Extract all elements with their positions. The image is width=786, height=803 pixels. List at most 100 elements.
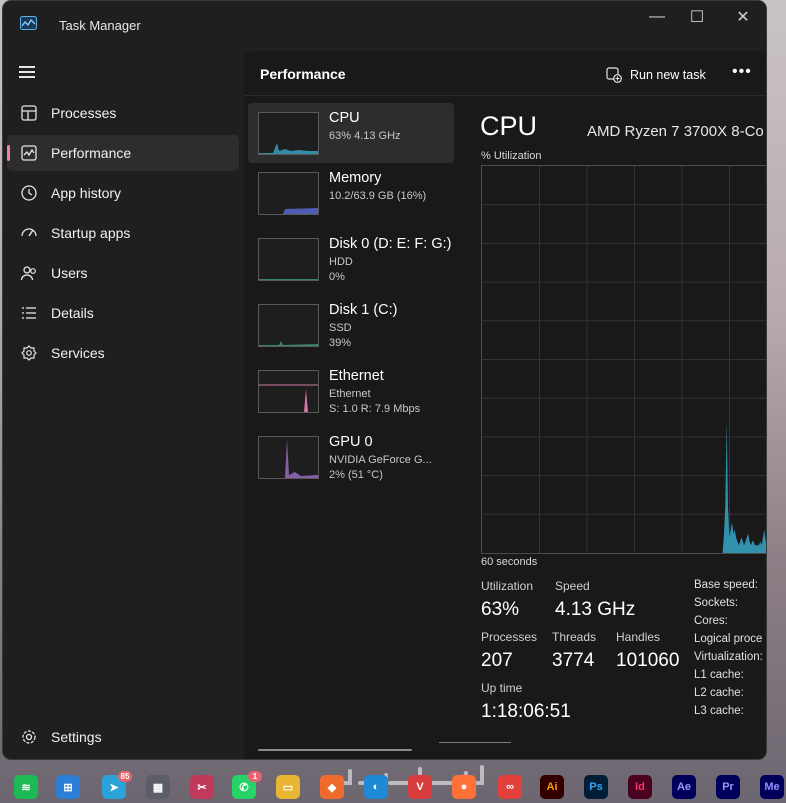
- firefox-icon[interactable]: ●: [452, 775, 476, 799]
- disk0-thumbnail-graph: [258, 238, 319, 281]
- run-new-task-label: Run new task: [630, 68, 706, 82]
- settings-label: Settings: [51, 729, 102, 745]
- processes-icon: [21, 105, 37, 121]
- sidebar-item-services[interactable]: Services: [7, 335, 239, 371]
- file-explorer-icon[interactable]: ▭: [276, 775, 300, 799]
- page-title: Performance: [260, 66, 346, 82]
- tile-detail: 2% (51 °C): [329, 469, 383, 481]
- tile-detail: Ethernet: [329, 388, 371, 400]
- spec-logical-processors: Logical proce: [694, 633, 763, 645]
- tile-name: GPU 0: [329, 434, 373, 450]
- calculator-icon[interactable]: ▦: [146, 775, 170, 799]
- sidebar-item-label: Startup apps: [51, 225, 131, 241]
- startup-icon: [21, 228, 37, 237]
- photoshop-icon[interactable]: Ps: [584, 775, 608, 799]
- tile-detail: SSD: [329, 322, 352, 334]
- scroll-indicator: [439, 742, 511, 743]
- media-encoder-icon[interactable]: Me: [760, 775, 784, 799]
- sidebar-item-settings[interactable]: Settings: [7, 719, 239, 755]
- tile-detail: 63% 4.13 GHz: [329, 130, 401, 142]
- processes-label: Processes: [481, 630, 538, 644]
- users-icon: [20, 266, 36, 281]
- sidebar-item-details[interactable]: Details: [7, 295, 239, 331]
- telegram-icon[interactable]: ➤ 85: [102, 771, 132, 799]
- tile-name: Memory: [329, 170, 382, 186]
- thumbnail-usage-area: [259, 208, 318, 214]
- performance-icon: [21, 145, 37, 161]
- memory-thumbnail-graph: [258, 172, 319, 215]
- whatsapp-icon[interactable]: ✆ 1: [232, 771, 262, 799]
- cpu-usage-area: [482, 421, 766, 553]
- spec-l1-cache: L1 cache:: [694, 669, 744, 681]
- task-manager-window: Task Manager — ☐ ✕ Processes Performance…: [3, 1, 766, 759]
- sidebar-item-performance[interactable]: Performance: [7, 135, 239, 171]
- taskbar: ≋ ⊞ ➤ 85 ▦ ✂ ✆ 1 ▭ ◆ ◐ V ● ∞ Ai Ps Id Ae Pr Me: [0, 771, 786, 803]
- threads-value: 3774: [552, 650, 595, 671]
- spec-virtualization: Virtualization:: [694, 651, 763, 663]
- handles-value: 101060: [616, 650, 680, 671]
- settings-gear-icon: [22, 730, 36, 744]
- close-button[interactable]: ✕: [720, 1, 766, 33]
- title-bar[interactable]: Task Manager — ☐ ✕: [3, 1, 766, 51]
- tile-cpu[interactable]: CPU 63% 4.13 GHz: [248, 103, 454, 163]
- tile-gpu-0[interactable]: GPU 0 NVIDIA GeForce G... 2% (51 °C): [248, 427, 454, 487]
- notification-badge: 1: [248, 771, 262, 782]
- edge-icon[interactable]: ◐: [364, 775, 388, 799]
- cpu-title: CPU: [480, 111, 538, 141]
- vivaldi-icon[interactable]: V: [408, 775, 432, 799]
- premiere-icon[interactable]: Pr: [716, 775, 740, 799]
- illustrator-icon[interactable]: Ai: [540, 775, 564, 799]
- spec-l3-cache: L3 cache:: [694, 705, 744, 717]
- spotify-icon[interactable]: ≋: [14, 775, 38, 799]
- after-effects-icon[interactable]: Ae: [672, 775, 696, 799]
- notification-badge: 85: [118, 771, 132, 782]
- utilization-axis-label: % Utilization: [481, 150, 542, 162]
- tile-detail: NVIDIA GeForce G...: [329, 454, 432, 466]
- sidebar-item-users[interactable]: Users: [7, 255, 239, 291]
- main-content: Performance Run new task ••• CPU 63% 4.1…: [244, 51, 766, 759]
- tile-detail: 10.2/63.9 GB (16%): [329, 190, 427, 202]
- tile-disk-0[interactable]: Disk 0 (D: E: F: G:) HDD 0%: [248, 229, 454, 289]
- sidebar: Processes Performance App history Startu…: [3, 51, 244, 759]
- sidebar-item-processes[interactable]: Processes: [7, 95, 239, 131]
- more-options-icon[interactable]: •••: [732, 63, 752, 81]
- ethernet-thumbnail-graph: [258, 370, 319, 413]
- maximize-button[interactable]: ☐: [674, 1, 720, 33]
- tile-name: Disk 1 (C:): [329, 302, 398, 318]
- disk1-thumbnail-graph: [258, 304, 319, 347]
- uptime-value: 1:18:06:51: [481, 701, 571, 722]
- tile-detail: 0%: [329, 271, 345, 283]
- run-new-task-button[interactable]: Run new task: [606, 65, 706, 85]
- content-header: Performance Run new task •••: [244, 51, 766, 96]
- sidebar-item-startup-apps[interactable]: Startup apps: [7, 215, 239, 251]
- sidebar-item-label: Details: [51, 305, 94, 321]
- run-task-icon: [606, 67, 622, 83]
- hamburger-menu-icon[interactable]: [19, 66, 35, 78]
- history-icon: [21, 185, 37, 201]
- tile-ethernet[interactable]: Ethernet Ethernet S: 1.0 R: 7.9 Mbps: [248, 361, 454, 421]
- horizontal-scrollbar[interactable]: [258, 749, 412, 751]
- services-icon: [21, 345, 37, 361]
- snipping-tool-icon[interactable]: ✂: [190, 775, 214, 799]
- window-title: Task Manager: [59, 18, 141, 33]
- sidebar-item-label: App history: [51, 185, 122, 201]
- sidebar-item-app-history[interactable]: App history: [7, 175, 239, 211]
- sidebar-item-label: Processes: [51, 105, 117, 121]
- tile-memory[interactable]: Memory 10.2/63.9 GB (16%): [248, 163, 454, 223]
- gpu-thumbnail-graph: [258, 436, 319, 479]
- creative-cloud-icon[interactable]: ∞: [498, 775, 522, 799]
- spec-base-speed: Base speed:: [694, 579, 758, 591]
- thumbnail-usage-area: [259, 439, 318, 478]
- uptime-label: Up time: [481, 681, 523, 695]
- brave-icon[interactable]: ◆: [320, 775, 344, 799]
- indesign-icon[interactable]: Id: [628, 775, 652, 799]
- details-icon: [22, 307, 36, 319]
- tile-disk-1[interactable]: Disk 1 (C:) SSD 39%: [248, 295, 454, 355]
- threads-label: Threads: [552, 630, 597, 644]
- tile-detail: 39%: [329, 337, 352, 349]
- processes-value: 207: [481, 650, 513, 671]
- cpu-utilization-graph: [481, 165, 766, 554]
- handles-label: Handles: [616, 630, 661, 644]
- store-icon[interactable]: ⊞: [56, 775, 80, 799]
- spec-l2-cache: L2 cache:: [694, 687, 744, 699]
